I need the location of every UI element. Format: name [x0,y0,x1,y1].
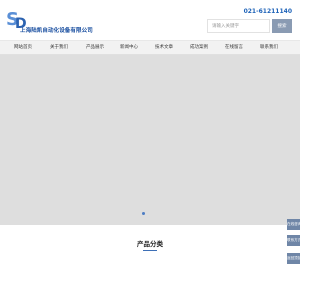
title-underline [143,250,157,251]
phone-number: 021-61211140 [243,8,292,15]
nav-item-products[interactable]: 产品展示 [86,41,104,54]
nav-item-home[interactable]: 网站首页 [14,41,32,54]
search-button[interactable]: 搜索 [272,19,292,33]
company-logo[interactable]: S D 上海陆凯自动化设备有限公司 [6,9,93,35]
nav-item-articles[interactable]: 技术文章 [155,41,173,54]
nav-item-cases[interactable]: 成功案例 [190,41,208,54]
nav-item-news[interactable]: 新闻中心 [120,41,138,54]
float-tab-contact[interactable]: 联系方式 [287,235,300,246]
float-tab-consult[interactable]: 在线咨询 [287,219,300,230]
company-name: 上海陆凯自动化设备有限公司 [20,28,93,34]
main-nav: 网站首页 关于我们 产品展示 新闻中心 技术文章 成功案例 在线留言 联系我们 [0,40,300,55]
nav-item-message[interactable]: 在线留言 [225,41,243,54]
float-tab-top[interactable]: 返回顶部 [287,253,300,264]
nav-item-contact[interactable]: 联系我们 [260,41,278,54]
nav-item-about[interactable]: 关于我们 [50,41,68,54]
site-header: S D 上海陆凯自动化设备有限公司 021-61211140 搜索 [0,0,300,40]
hero-banner [0,55,300,225]
search-input[interactable] [207,19,270,33]
carousel-dot[interactable] [142,212,145,215]
section-title: 产品分类 [137,240,163,248]
